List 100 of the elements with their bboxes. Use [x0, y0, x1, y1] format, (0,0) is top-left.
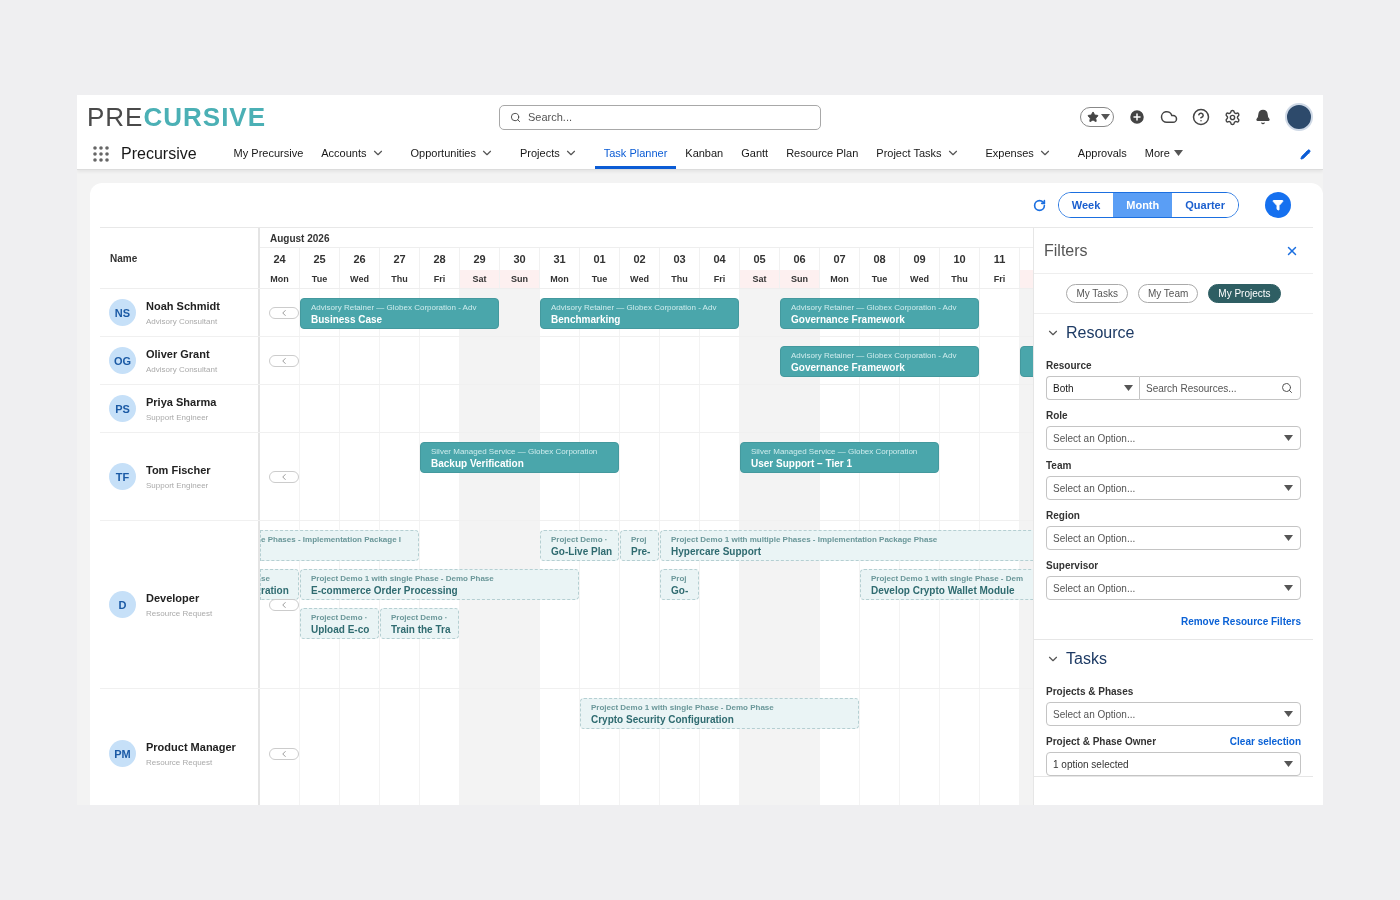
filter-chip[interactable]: My Team: [1137, 284, 1199, 303]
logo: PRECURSIVE: [87, 101, 268, 133]
task-bar[interactable]: se ration: [260, 569, 299, 600]
cloud-icon[interactable]: [1160, 108, 1178, 126]
task-bar[interactable]: Project Demo 1 with single Phase - Demo Phase E-commerce Order Processing: [300, 569, 579, 600]
settings-icon[interactable]: [1224, 108, 1241, 126]
task-bar[interactable]: Project Demo 1 with multiple Phases - Implementation Package Phase Hypercare Support: [660, 530, 1033, 561]
resource-role: Resource Request: [146, 757, 214, 767]
weekday-cell: Sat: [460, 270, 500, 288]
search-field[interactable]: Search...: [499, 104, 821, 130]
initials-avatar: PM: [109, 740, 136, 767]
project-label: Proj: [671, 574, 688, 583]
app-launcher-icon[interactable]: [93, 146, 109, 162]
caret-icon: [1124, 385, 1133, 391]
help-icon[interactable]: [1192, 108, 1210, 126]
select-field[interactable]: Select an Option...: [1046, 526, 1301, 550]
task-bar[interactable]: Proj Go-: [660, 569, 699, 600]
task-bar[interactable]: Project Demo · Upload E-co: [300, 608, 379, 639]
select-field[interactable]: Select an Option...: [1046, 702, 1301, 726]
nav-tab[interactable]: Gantt: [732, 139, 778, 169]
project-label: Project Demo 1 with single Phase - Demo Phase: [311, 574, 495, 583]
field-label: Projects & Phases: [1046, 686, 1134, 697]
task-title: Develop Crypto Wallet Module: [871, 585, 1016, 596]
nav-tab[interactable]: Expenses: [976, 139, 1061, 169]
nav-tab[interactable]: Project Tasks: [867, 139, 969, 169]
day-number: 08: [873, 253, 886, 265]
weekday-cell: Wed: [900, 270, 940, 288]
day-number: 06: [793, 253, 806, 265]
select-field[interactable]: Select an Option...: [1046, 576, 1301, 600]
filter-chip[interactable]: My Projects: [1208, 284, 1281, 303]
field-label: Supervisor: [1046, 560, 1099, 571]
section-toggle[interactable]: Tasks: [1046, 640, 1107, 676]
day-number: 09: [913, 253, 926, 265]
task-title: User Support – Tier 1: [751, 458, 853, 469]
project-label: Advisory Retainer — Globex Corporation - Adv: [551, 303, 718, 312]
task-bar[interactable]: e Phases - Implementation Package I: [260, 530, 419, 561]
task-bar[interactable]: Proj Pre-: [620, 530, 659, 561]
avatar[interactable]: [1285, 103, 1313, 131]
filter-button[interactable]: [1265, 192, 1291, 218]
day-number: 10: [953, 253, 966, 265]
task-title: E-commerce Order Processing: [311, 585, 459, 596]
weekday-cell: Tue: [300, 270, 340, 288]
refresh-icon[interactable]: [1032, 198, 1046, 212]
task-bar[interactable]: Project Demo 1 with single Phase - Dem Develop Crypto Wallet Module: [860, 569, 1033, 600]
weekday-cell: Sat: [740, 270, 780, 288]
caret-icon: [1284, 435, 1293, 441]
nav-tab[interactable]: Resource Plan: [777, 139, 868, 169]
day-number: 07: [833, 253, 846, 265]
select-field[interactable]: Select an Option...: [1046, 476, 1301, 500]
weekday-cell: Thu: [380, 270, 420, 288]
task-title: Benchmarking: [551, 314, 622, 325]
weekday-cell: Mon: [820, 270, 860, 288]
project-label: Project Demo 1 with single Phase - Demo Phase: [591, 703, 775, 712]
edit-icon[interactable]: [1300, 148, 1311, 160]
project-label: Advisory Retainer — Globex Corporation - Adv: [311, 303, 478, 312]
project-label: Project Demo 1 with single Phase - Dem: [871, 574, 1025, 583]
resource-name: Noah Schmidt: [146, 299, 220, 312]
section-toggle[interactable]: Resource: [1046, 314, 1135, 350]
task-title: Upload E-co: [311, 624, 371, 635]
nav-tab[interactable]: Kanban: [676, 139, 733, 169]
select-field[interactable]: 1 option selected: [1046, 752, 1301, 776]
type-select[interactable]: Both: [1046, 376, 1139, 400]
day-number: 25: [313, 253, 326, 265]
day-number: 28: [433, 253, 446, 265]
chevron-left-icon: [279, 355, 289, 366]
project-label: e Phases - Implementation Package I: [261, 535, 403, 544]
project-label: Advisory Retainer — Globex Corporation - Adv: [791, 351, 958, 360]
weekday-cell: Wed: [620, 270, 660, 288]
select-field[interactable]: Select an Option...: [1046, 426, 1301, 450]
nav-tab[interactable]: Projects: [510, 139, 587, 169]
chevron-left-icon: [279, 471, 289, 482]
project-label: Project Demo 1 with multiple Phases - Implementation Package Phase: [671, 535, 939, 544]
task-bar[interactable]: Project Demo · Train the Tra: [380, 608, 459, 639]
resource-name: Oliver Grant: [146, 347, 211, 360]
task-bar[interactable]: Project Demo · Go-Live Plan: [540, 530, 619, 561]
resource-name: Priya Sharma: [146, 395, 217, 408]
search-resources-field[interactable]: Search Resources...: [1139, 376, 1301, 400]
caret-icon: [1284, 485, 1293, 491]
task-bar[interactable]: Project Demo 1 with single Phase - Demo Phase Crypto Security Configuration: [580, 698, 859, 729]
nav-tab[interactable]: More: [1135, 139, 1192, 169]
favorites-button[interactable]: [1080, 107, 1114, 127]
caret-icon: [1101, 114, 1110, 120]
filter-icon: [1272, 199, 1284, 211]
task-title: ration: [261, 585, 290, 596]
nav-tab[interactable]: Opportunities: [401, 139, 503, 169]
clear-selection-link[interactable]: Clear selection: [1229, 736, 1301, 747]
nav-tab[interactable]: Approvals: [1068, 139, 1136, 169]
resource-role: Support Engineer: [146, 480, 210, 490]
nav-tab[interactable]: My Precursive: [224, 139, 313, 169]
caret-icon: [1284, 761, 1293, 767]
bell-icon[interactable]: [1255, 109, 1271, 125]
remove-filters-link[interactable]: Remove Resource Filters: [1180, 616, 1301, 627]
chevron-left-icon: [279, 307, 289, 318]
task-title: Business Case: [311, 314, 384, 325]
day-number: 03: [673, 253, 686, 265]
filter-chip[interactable]: My Tasks: [1066, 284, 1128, 303]
nav-tab[interactable]: Task Planner: [594, 139, 677, 169]
field-label: Region: [1046, 510, 1080, 521]
nav-tab[interactable]: Accounts: [312, 139, 394, 169]
plus-icon[interactable]: [1128, 108, 1146, 126]
